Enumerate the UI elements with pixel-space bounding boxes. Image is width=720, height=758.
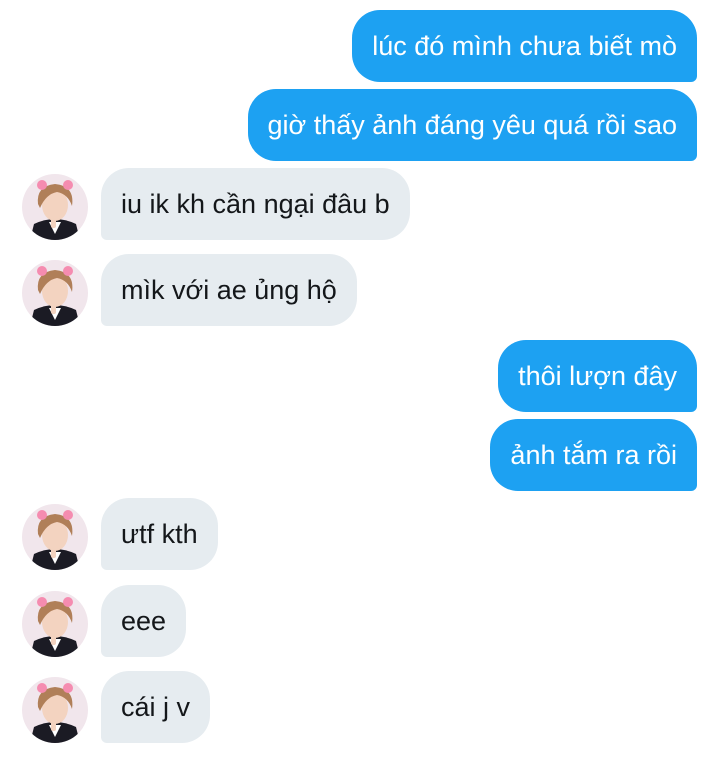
- message-row: thôi lượn đây: [0, 340, 720, 412]
- outgoing-message-bubble[interactable]: thôi lượn đây: [498, 340, 697, 412]
- message-row: ảnh tắm ra rồi: [0, 419, 720, 491]
- incoming-message-bubble[interactable]: mìk với ae ủng hộ: [101, 254, 357, 326]
- outgoing-message-bubble[interactable]: ảnh tắm ra rồi: [490, 419, 697, 491]
- outgoing-message-bubble[interactable]: giờ thấy ảnh đáng yêu quá rồi sao: [247, 89, 697, 161]
- message-text: cái j v: [121, 691, 191, 722]
- message-row: cái j v: [0, 671, 720, 743]
- message-text: mìk với ae ủng hộ: [121, 274, 337, 305]
- message-text: ảnh tắm ra rồi: [510, 439, 677, 470]
- message-row: mìk với ae ủng hộ: [0, 254, 720, 326]
- outgoing-message-bubble[interactable]: lúc đó mình chưa biết mò: [352, 10, 697, 82]
- avatar-photo-icon: [22, 591, 88, 657]
- message-text: giờ thấy ảnh đáng yêu quá rồi sao: [267, 109, 678, 140]
- message-row: eee: [0, 585, 720, 657]
- message-text: ưtf kth: [121, 518, 198, 549]
- incoming-message-bubble[interactable]: iu ik kh cần ngại đâu b: [101, 168, 410, 240]
- message-text: iu ik kh cần ngại đâu b: [121, 188, 390, 219]
- message-row: lúc đó mình chưa biết mò: [0, 10, 720, 82]
- user-avatar[interactable]: [22, 174, 88, 240]
- user-avatar[interactable]: [22, 591, 88, 657]
- incoming-message-bubble[interactable]: eee: [101, 585, 187, 657]
- message-text: lúc đó mình chưa biết mò: [372, 30, 677, 61]
- avatar-photo-icon: [22, 260, 88, 326]
- avatar-photo-icon: [22, 677, 88, 743]
- incoming-message-bubble[interactable]: cái j v: [101, 671, 211, 743]
- incoming-message-bubble[interactable]: ưtf kth: [101, 498, 218, 570]
- message-text: thôi lượn đây: [518, 360, 677, 391]
- avatar-photo-icon: [22, 174, 88, 240]
- avatar-photo-icon: [22, 504, 88, 570]
- message-text: eee: [121, 605, 167, 636]
- message-row: iu ik kh cần ngại đâu b: [0, 168, 720, 240]
- message-row: giờ thấy ảnh đáng yêu quá rồi sao: [0, 89, 720, 161]
- user-avatar[interactable]: [22, 677, 88, 743]
- user-avatar[interactable]: [22, 260, 88, 326]
- message-row: ưtf kth: [0, 498, 720, 570]
- user-avatar[interactable]: [22, 504, 88, 570]
